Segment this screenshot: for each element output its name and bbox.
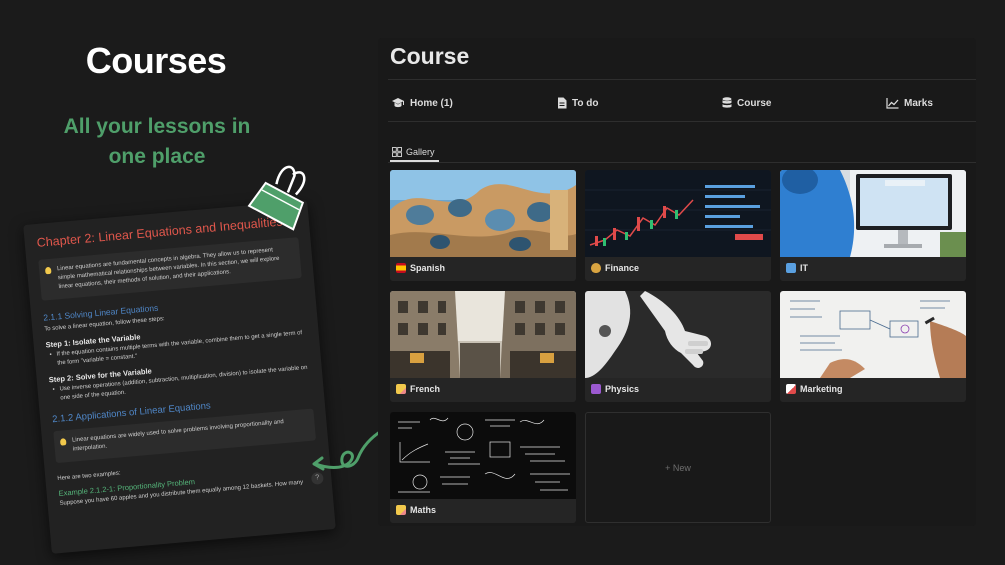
- card-label: Physics: [591, 384, 639, 394]
- card-title: Maths: [410, 505, 437, 515]
- card-label: IT: [786, 263, 808, 273]
- graduation-cap-icon: [392, 98, 404, 108]
- nav-label: Course: [737, 97, 772, 109]
- course-panel: Course Home (1) To do Course Marks Galle…: [378, 38, 976, 526]
- gallery-card-finance[interactable]: Finance: [585, 170, 771, 281]
- new-card-button[interactable]: + New: [585, 412, 771, 523]
- divider: [388, 121, 976, 122]
- database-icon: [722, 97, 732, 108]
- line-chart-icon: [886, 97, 899, 109]
- card-label: Maths: [396, 505, 436, 515]
- gallery-card-french[interactable]: French: [390, 291, 576, 402]
- binder-clip-icon: [247, 165, 306, 231]
- tab-gallery[interactable]: Gallery: [392, 143, 435, 161]
- nav-home[interactable]: Home (1): [391, 95, 453, 111]
- money-bag-icon: [591, 263, 601, 273]
- callout-text: Linear equations are widely used to solv…: [71, 419, 285, 453]
- nav-label: To do: [572, 97, 599, 109]
- gallery-card-physics[interactable]: Physics: [585, 291, 771, 402]
- stock-chart-image: [585, 170, 771, 257]
- card-title: French: [410, 384, 441, 394]
- pencil-icon: [396, 505, 406, 515]
- divider: [388, 79, 976, 80]
- paris-street-image: [390, 291, 576, 378]
- card-label: Spanish: [396, 263, 445, 273]
- intro-text: Linear equations are fundamental concept…: [56, 247, 280, 291]
- document-preview: Chapter 2: Linear Equations and Inequali…: [23, 200, 336, 554]
- person-at-computer-image: [780, 170, 966, 257]
- gallery-card-maths[interactable]: Maths: [390, 412, 576, 523]
- pencil-icon: [396, 384, 406, 394]
- nav-marks[interactable]: Marks: [886, 95, 933, 111]
- lightbulb-icon: [44, 266, 52, 275]
- hero-subtitle: All your lessons in one place: [63, 115, 251, 168]
- nav-course[interactable]: Course: [722, 95, 771, 111]
- card-label: Finance: [591, 263, 639, 273]
- card-title: Marketing: [800, 384, 843, 394]
- robot-hand-image: [585, 291, 771, 378]
- document-icon: [558, 97, 567, 109]
- intro-callout: Linear equations are fundamental concept…: [38, 237, 302, 301]
- hero-title: Courses: [85, 40, 227, 81]
- card-label: Marketing: [786, 384, 843, 394]
- gallery-card-marketing[interactable]: Marketing: [780, 291, 966, 402]
- tab-label: Gallery: [406, 147, 435, 157]
- card-label: French: [396, 384, 440, 394]
- nav-label: Home (1): [410, 97, 453, 109]
- new-label: + New: [665, 462, 691, 473]
- whiteboard-image: [780, 291, 966, 378]
- gallery-card-it[interactable]: IT: [780, 170, 966, 281]
- lightbulb-icon: [59, 438, 67, 446]
- card-title: IT: [800, 263, 808, 273]
- card-title: Physics: [605, 384, 640, 394]
- atom-icon: [591, 384, 601, 394]
- chalkboard-formulas-image: [390, 412, 576, 499]
- computer-icon: [786, 263, 796, 273]
- gallery-icon: [392, 147, 402, 157]
- chart-increasing-icon: [786, 384, 796, 394]
- nav-todo[interactable]: To do: [557, 95, 598, 111]
- divider: [388, 162, 976, 163]
- card-title: Finance: [605, 263, 640, 273]
- nav-label: Marks: [904, 97, 933, 109]
- spain-flag-icon: [396, 263, 406, 273]
- gallery-card-spanish[interactable]: Spanish: [390, 170, 576, 281]
- casa-batllo-image: [390, 170, 576, 257]
- page-title: Course: [390, 43, 470, 69]
- card-title: Spanish: [410, 263, 446, 273]
